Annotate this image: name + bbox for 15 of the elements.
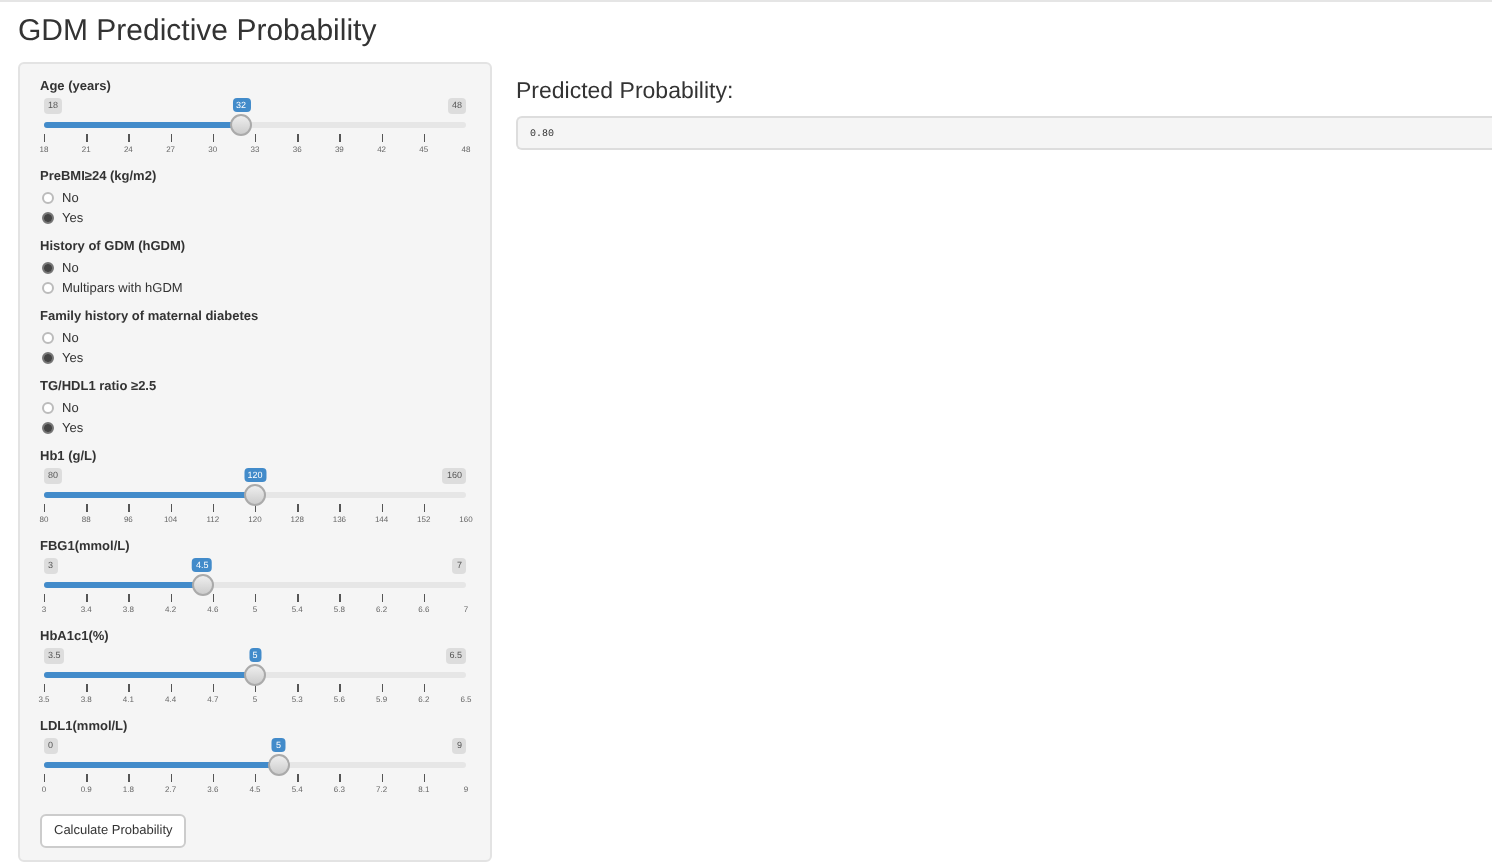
radio-button[interactable] bbox=[42, 282, 54, 294]
radio-button[interactable] bbox=[42, 192, 54, 204]
radio-button[interactable] bbox=[42, 352, 54, 364]
slider-handle[interactable] bbox=[244, 484, 266, 506]
radio-button[interactable] bbox=[42, 262, 54, 274]
radio-button[interactable] bbox=[42, 332, 54, 344]
radio-button[interactable] bbox=[42, 402, 54, 414]
radio-button[interactable] bbox=[42, 422, 54, 434]
output-heading: Predicted Probability: bbox=[516, 78, 736, 106]
slider-handle[interactable] bbox=[230, 114, 253, 136]
page-title: GDM Predictive Probability bbox=[18, 14, 379, 50]
slider-handle[interactable] bbox=[267, 754, 290, 776]
slider-handle[interactable] bbox=[191, 574, 214, 596]
slider-handle[interactable] bbox=[244, 664, 266, 686]
radio-button[interactable] bbox=[42, 212, 54, 224]
